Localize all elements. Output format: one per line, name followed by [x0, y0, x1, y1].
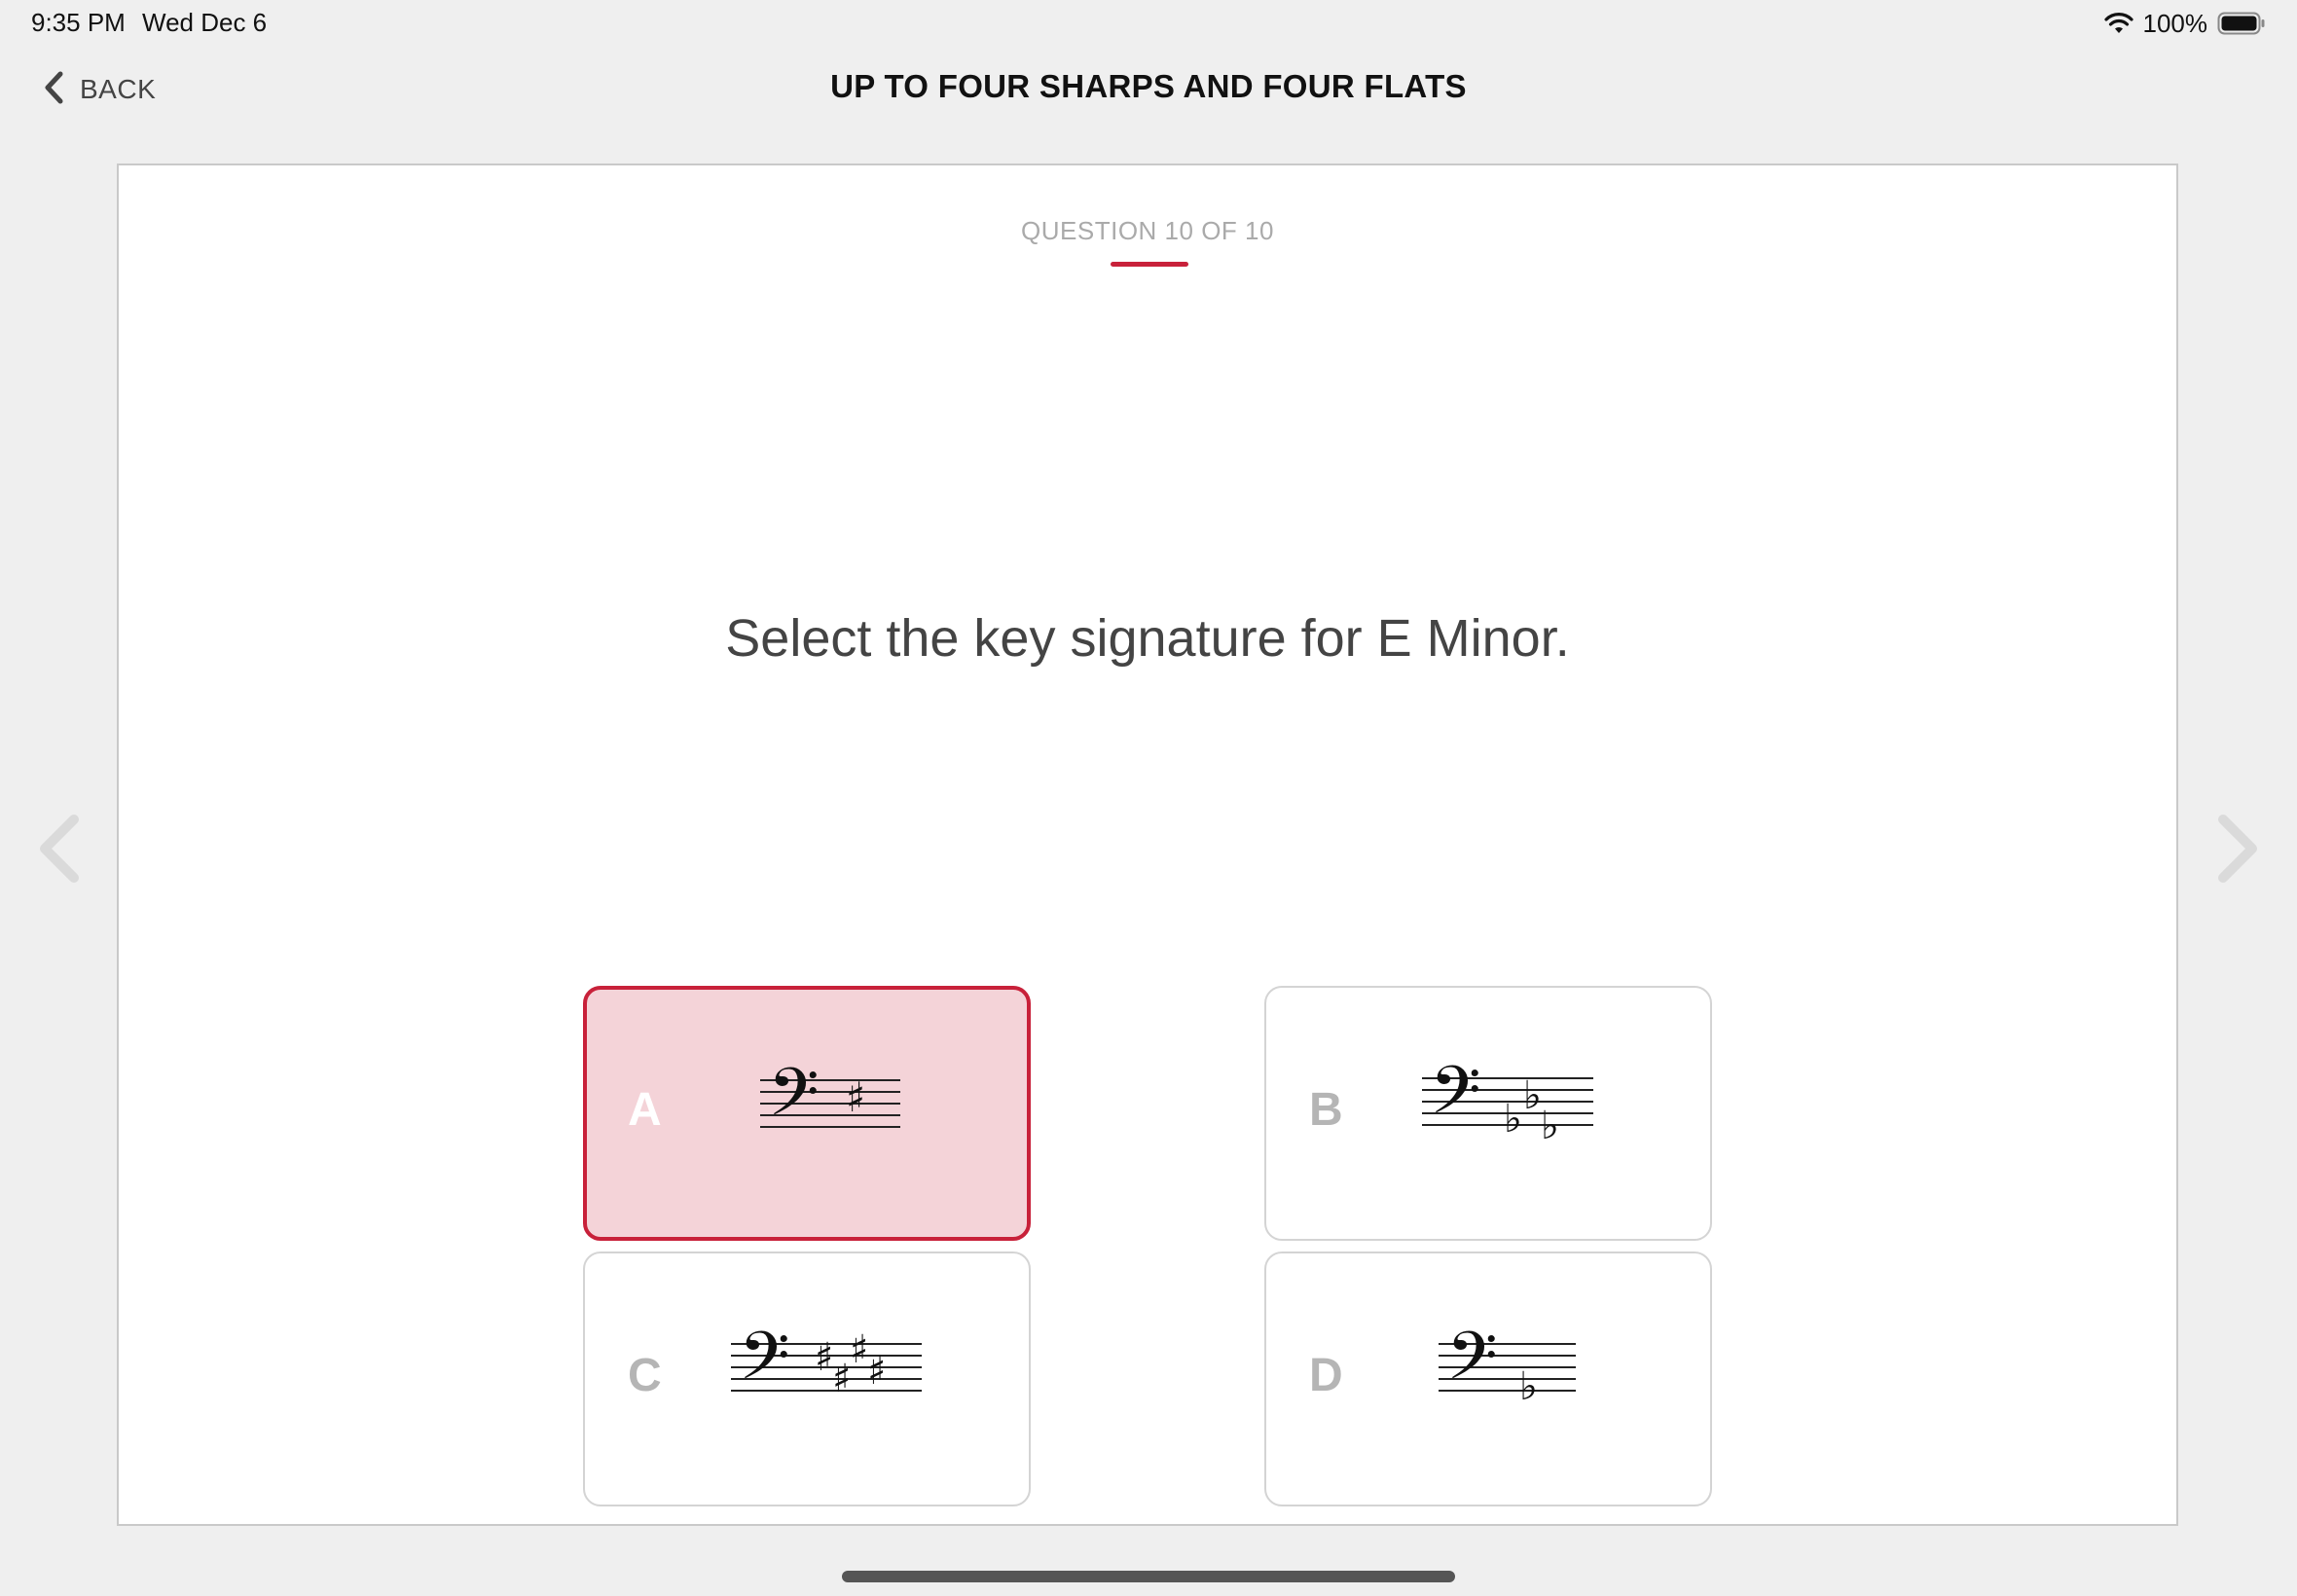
chevron-left-icon	[29, 815, 88, 891]
question-progress: QUESTION 10 OF 10	[1021, 216, 1274, 245]
bass-clef-key-signature-three-flats: 𝄢 ♭ ♭ ♭	[1422, 1053, 1593, 1148]
svg-text:♭: ♭	[1541, 1104, 1559, 1148]
question-text: Select the key signature for E Minor.	[725, 609, 1570, 668]
svg-text:𝄢: 𝄢	[768, 1055, 820, 1147]
bass-clef-key-signature-one-flat: 𝄢 ♭	[1439, 1319, 1576, 1411]
svg-text:♯: ♯	[815, 1335, 833, 1380]
status-time: 9:35 PM	[31, 8, 126, 37]
svg-text:♯: ♯	[846, 1073, 865, 1121]
svg-text:♯: ♯	[850, 1327, 868, 1372]
previous-question-button[interactable]	[29, 810, 88, 888]
svg-text:♯: ♯	[867, 1349, 886, 1394]
wifi-icon	[2103, 12, 2133, 35]
page-title: UP TO FOUR SHARPS AND FOUR FLATS	[830, 68, 1467, 104]
progress-underline	[1111, 262, 1188, 267]
bass-clef-key-signature-one-sharp: 𝄢 ♯	[760, 1055, 900, 1147]
svg-text:♭: ♭	[1519, 1364, 1538, 1409]
next-question-button[interactable]	[2209, 810, 2268, 888]
battery-full-icon	[2217, 11, 2266, 36]
answer-option-b[interactable]: B 𝄢 ♭ ♭ ♭	[1264, 986, 1712, 1241]
nav-bar: BACK UP TO FOUR SHARPS AND FOUR FLATS	[0, 54, 2297, 125]
quiz-card: QUESTION 10 OF 10 Select the key signatu…	[117, 163, 2178, 1526]
svg-text:♯: ♯	[832, 1357, 851, 1401]
svg-text:𝄢: 𝄢	[739, 1319, 790, 1411]
svg-text:𝄢: 𝄢	[1446, 1319, 1498, 1411]
chevron-right-icon	[2209, 815, 2268, 891]
bass-clef-key-signature-four-sharps: 𝄢 ♯ ♯ ♯ ♯	[731, 1319, 922, 1411]
svg-text:♭: ♭	[1523, 1073, 1542, 1118]
battery-percent: 100%	[2142, 8, 2208, 38]
status-bar: 9:35 PM Wed Dec 6 100%	[0, 0, 2297, 47]
svg-text:𝄢: 𝄢	[1430, 1053, 1481, 1145]
answer-option-d[interactable]: D 𝄢 ♭	[1264, 1251, 1712, 1506]
answer-option-a[interactable]: A 𝄢 ♯	[583, 986, 1031, 1241]
answer-option-c[interactable]: C 𝄢 ♯ ♯ ♯ ♯	[583, 1251, 1031, 1506]
status-date: Wed Dec 6	[142, 8, 268, 37]
home-indicator[interactable]	[842, 1571, 1455, 1582]
svg-text:♭: ♭	[1504, 1097, 1522, 1142]
status-indicators: 100%	[2103, 8, 2267, 39]
